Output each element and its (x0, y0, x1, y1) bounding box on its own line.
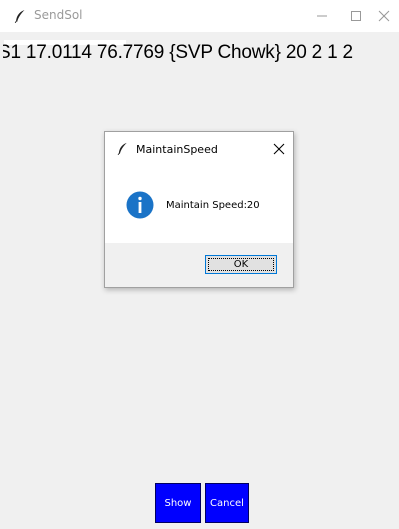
title-bar[interactable]: SendSol (0, 0, 399, 32)
show-button[interactable]: Show (155, 483, 201, 523)
close-icon[interactable] (271, 141, 287, 157)
minimize-icon (317, 15, 327, 17)
window-title: SendSol (34, 8, 83, 22)
close-icon (378, 10, 390, 22)
info-icon (126, 191, 154, 219)
ok-button[interactable]: OK (205, 255, 277, 274)
close-button[interactable] (362, 0, 399, 32)
feather-icon (14, 10, 25, 23)
feather-icon (117, 142, 127, 155)
dialog-footer: OK (105, 243, 293, 287)
dialog-title-bar[interactable]: MaintainSpeed (105, 132, 293, 166)
maximize-icon (351, 11, 361, 21)
main-window: SendSol S1 17.0114 76.7769 {SVP Chowk} 2… (0, 0, 399, 529)
cancel-button[interactable]: Cancel (205, 483, 249, 523)
dialog-message: Maintain Speed:20 (166, 200, 260, 211)
message-dialog: MaintainSpeed Maintain Speed:20 OK (104, 131, 294, 288)
data-label: S1 17.0114 76.7769 {SVP Chowk} 20 2 1 2 (3, 42, 353, 63)
dialog-title: MaintainSpeed (136, 143, 218, 156)
